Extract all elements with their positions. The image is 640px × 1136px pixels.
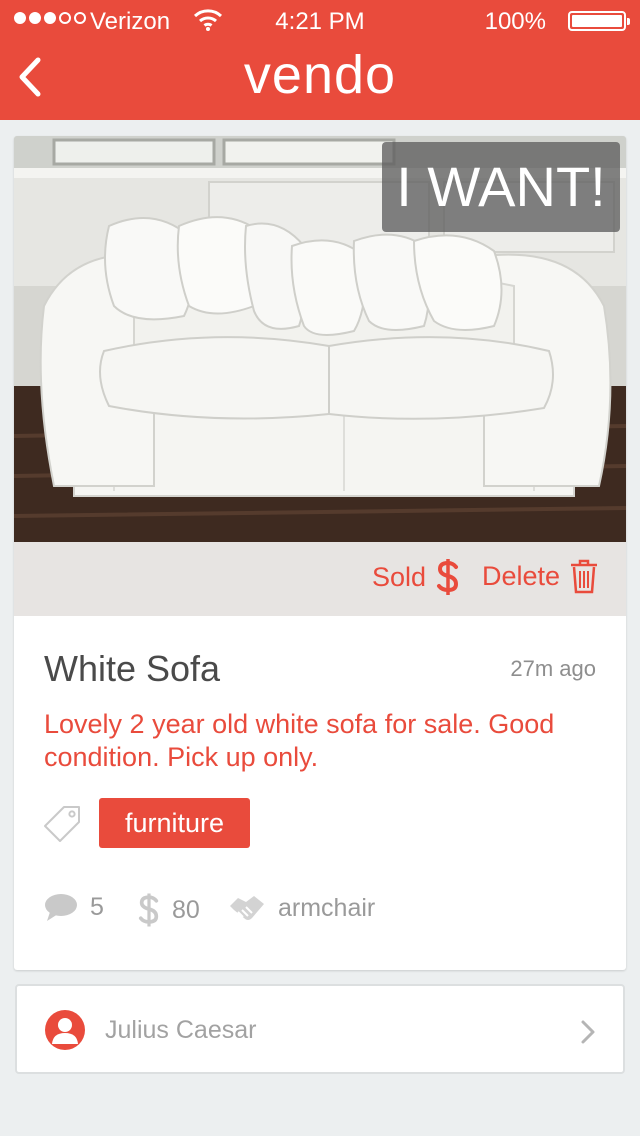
battery-icon bbox=[568, 11, 630, 31]
posted-time: 27m ago bbox=[510, 656, 596, 681]
status-bar: Verizon 4:21 PM 100% bbox=[0, 0, 640, 40]
comments-count[interactable]: 5 bbox=[44, 892, 104, 922]
comment-icon bbox=[45, 894, 77, 921]
listing-description: Lovely 2 year old white sofa for sale. G… bbox=[44, 709, 555, 772]
i-want-button[interactable]: I WANT! bbox=[382, 142, 620, 232]
dollar-icon bbox=[437, 559, 459, 595]
user-icon bbox=[45, 1010, 85, 1050]
trade-for-value: armchair bbox=[278, 893, 376, 922]
listing-title: White Sofa bbox=[44, 648, 221, 689]
listing-card: I WANT! Sold Delete White Sofa 27m ago L… bbox=[14, 136, 626, 970]
trash-icon bbox=[571, 559, 598, 594]
delete-button[interactable]: Delete bbox=[482, 558, 598, 594]
chevron-right-icon bbox=[581, 1020, 595, 1044]
sold-label: Sold bbox=[372, 561, 427, 592]
price-value: 80 bbox=[172, 895, 200, 924]
battery-percent: 100% bbox=[484, 8, 546, 35]
sold-button[interactable]: Sold bbox=[372, 558, 460, 596]
handshake-icon bbox=[230, 896, 264, 920]
listing-actions-bar: Sold Delete bbox=[14, 542, 626, 616]
dollar-icon bbox=[138, 893, 159, 927]
trade-for: armchair bbox=[228, 892, 375, 924]
delete-label: Delete bbox=[482, 560, 561, 591]
app-title: vendo bbox=[243, 45, 397, 105]
seller-name: Julius Caesar bbox=[105, 1016, 257, 1044]
tag-furniture[interactable]: furniture bbox=[99, 798, 251, 848]
price: 80 bbox=[138, 892, 200, 928]
tag-icon bbox=[44, 806, 80, 842]
comments-count-value: 5 bbox=[90, 892, 104, 921]
seller-row[interactable]: Julius Caesar bbox=[15, 984, 625, 1074]
app-header: Verizon 4:21 PM 100% vendo bbox=[0, 0, 640, 120]
